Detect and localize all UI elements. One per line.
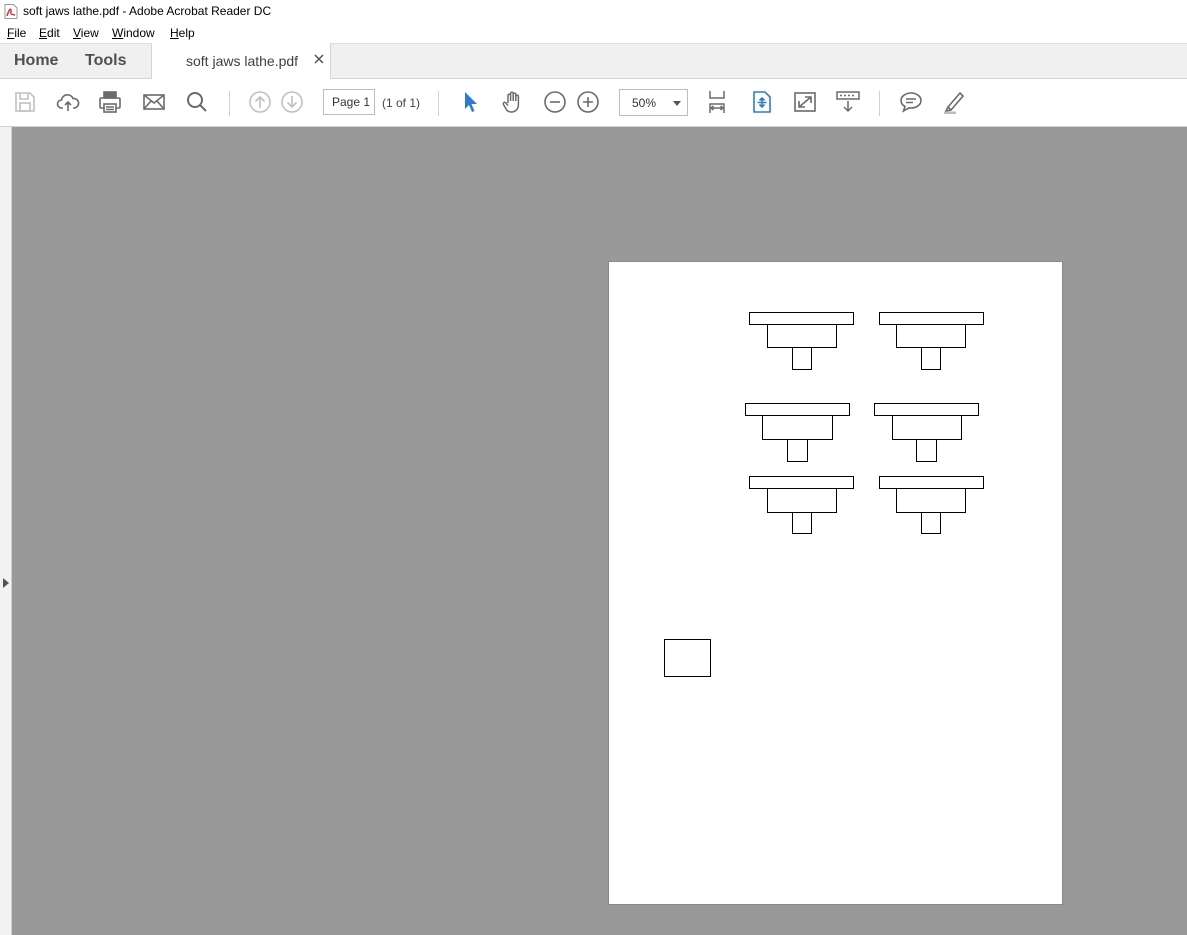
tab-tools[interactable]: Tools xyxy=(85,52,126,70)
highlight-icon xyxy=(944,91,965,114)
hand-tool-button[interactable] xyxy=(501,90,525,114)
select-tool-button[interactable] xyxy=(459,90,483,114)
hand-tool-icon xyxy=(502,91,520,113)
zoom-out-icon xyxy=(544,91,566,113)
document-tab-label: soft jaws lathe.pdf xyxy=(186,53,299,69)
chevron-right-icon[interactable] xyxy=(3,578,9,588)
select-tool-icon xyxy=(465,92,477,112)
zoom-value: 50% xyxy=(632,96,657,110)
soft-jaw-drawing xyxy=(879,476,984,534)
tab-bar: Home Tools soft jaws lathe.pdf xyxy=(0,43,1187,80)
toolbar-separator xyxy=(879,91,880,116)
pdf-page-drawing xyxy=(664,312,984,677)
print-icon xyxy=(99,91,121,113)
soft-jaw-drawing xyxy=(749,312,854,370)
menu-bar: File Edit View Window Help xyxy=(0,23,1187,43)
menu-file[interactable]: File xyxy=(7,26,26,40)
close-icon[interactable] xyxy=(313,53,325,65)
zoom-in-icon xyxy=(577,91,599,113)
email-icon xyxy=(143,94,165,110)
comment-button[interactable] xyxy=(899,90,923,114)
page-count-label: (1 of 1) xyxy=(382,96,421,110)
previous-page-button[interactable] xyxy=(248,90,272,114)
full-screen-icon xyxy=(794,92,816,112)
fit-page-icon xyxy=(709,91,725,113)
save-button[interactable] xyxy=(13,90,37,114)
soft-jaw-drawing xyxy=(745,403,850,462)
toolbar-separator xyxy=(438,91,439,116)
read-mode-button[interactable] xyxy=(836,90,860,114)
window-title: soft jaws lathe.pdf - Adobe Acrobat Read… xyxy=(23,4,272,18)
fit-page-button[interactable] xyxy=(706,90,730,114)
toolbar-separator xyxy=(229,91,230,116)
soft-jaw-drawing xyxy=(879,312,984,370)
save-icon xyxy=(15,92,35,112)
previous-page-icon xyxy=(249,91,271,113)
title-bar: soft jaws lathe.pdf - Adobe Acrobat Read… xyxy=(0,0,1187,23)
soft-jaw-drawing xyxy=(749,476,854,534)
upload-button[interactable] xyxy=(56,90,80,114)
search-button[interactable] xyxy=(185,90,209,114)
pdf-file-icon xyxy=(4,4,18,19)
email-button[interactable] xyxy=(142,90,166,114)
toolbar: Page 1 (1 of 1) 50% xyxy=(0,79,1187,127)
soft-jaw-drawing xyxy=(874,403,979,462)
menu-view[interactable]: View xyxy=(73,26,99,40)
chevron-down-icon xyxy=(673,101,681,106)
scroll-mode-button[interactable] xyxy=(750,90,774,114)
menu-edit[interactable]: Edit xyxy=(39,26,60,40)
next-page-icon xyxy=(281,91,303,113)
rectangle-shape xyxy=(664,639,711,677)
pdf-page xyxy=(608,261,1063,905)
menu-window[interactable]: Window xyxy=(112,26,155,40)
menu-help[interactable]: Help xyxy=(170,26,195,40)
read-mode-icon xyxy=(836,91,860,113)
document-canvas[interactable] xyxy=(12,127,1187,935)
navigation-pane xyxy=(0,127,12,935)
page-number-input[interactable]: Page 1 xyxy=(323,89,375,115)
zoom-in-button[interactable] xyxy=(576,90,600,114)
zoom-out-button[interactable] xyxy=(543,90,567,114)
next-page-button[interactable] xyxy=(280,90,304,114)
comment-icon xyxy=(900,92,922,113)
tab-home[interactable]: Home xyxy=(14,52,58,70)
print-button[interactable] xyxy=(98,90,122,114)
search-icon xyxy=(187,92,207,112)
document-tab[interactable]: soft jaws lathe.pdf xyxy=(151,43,331,80)
full-screen-button[interactable] xyxy=(793,90,817,114)
highlight-button[interactable] xyxy=(942,90,966,114)
zoom-dropdown[interactable]: 50% xyxy=(619,89,688,116)
fit-width-scroll-icon xyxy=(753,91,771,113)
cloud-upload-icon xyxy=(56,94,80,111)
